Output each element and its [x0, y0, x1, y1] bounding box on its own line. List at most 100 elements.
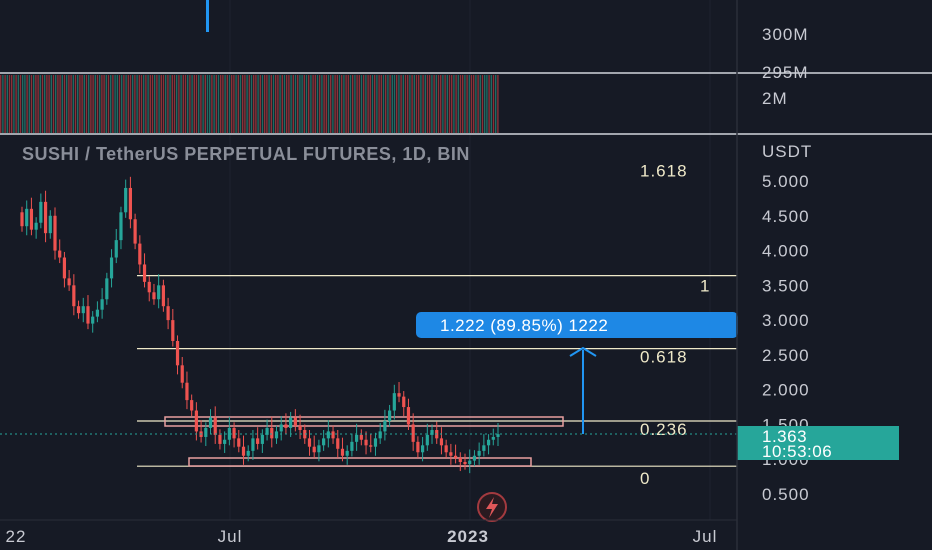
volume-bar [264, 75, 266, 133]
candle-body-48 [246, 450, 250, 456]
candle-body-34 [180, 365, 184, 383]
volume-bar [195, 75, 198, 133]
volume-bar [424, 75, 426, 133]
volume-bar [50, 75, 52, 133]
volume-bar [79, 75, 81, 133]
candle-body-86 [425, 434, 429, 446]
chart-title[interactable]: SUSHI / TetherUS PERPETUAL FUTURES, 1D, … [22, 144, 470, 164]
volume-bar [94, 75, 96, 133]
volume-bar [259, 75, 261, 133]
volume-bar [455, 75, 457, 133]
volume-bar [473, 75, 475, 133]
volume-bar [442, 75, 444, 133]
candle-body-89 [439, 438, 444, 446]
volume-bar [334, 75, 336, 133]
candle-body-57 [289, 417, 293, 428]
volume-bar [231, 75, 233, 133]
volume-bar [226, 75, 228, 133]
price-tick-5: 2.500 [762, 346, 810, 365]
volume-bar [347, 75, 349, 133]
candle-body-2 [29, 208, 34, 230]
volume-bar [61, 75, 63, 133]
volume-bar [470, 75, 473, 133]
volume-bar [413, 75, 415, 133]
volume-bar [321, 75, 323, 133]
candle-body-92 [453, 455, 458, 458]
volume-bar [451, 75, 453, 133]
candle-body-90 [444, 445, 448, 453]
volume-bar [490, 75, 492, 133]
volume-bar [204, 75, 206, 133]
candle-body-19 [109, 257, 114, 279]
volume-bar [169, 75, 171, 133]
volume-bar [354, 75, 356, 133]
volume-bar [448, 75, 451, 133]
volume-bar [371, 75, 374, 133]
volume-bar [431, 75, 433, 133]
candle-body-94 [463, 462, 467, 465]
candle-body-51 [260, 434, 264, 444]
candle-body-65 [326, 431, 330, 439]
volume-bar [77, 75, 79, 133]
volume-bar [338, 75, 341, 133]
volume-bar [446, 75, 448, 133]
candle-body-97 [477, 450, 481, 456]
volume-bar [55, 75, 57, 133]
candle-body-58 [293, 417, 297, 426]
volume-bar [435, 75, 437, 133]
candle-body-45 [232, 427, 236, 439]
candle-body-79 [392, 393, 396, 411]
volume-bar [220, 75, 222, 133]
volume-bar [63, 75, 66, 133]
price-tick-6: 2.000 [762, 381, 810, 400]
candle-body-28 [152, 292, 156, 300]
volume-bar [134, 75, 136, 133]
volume-bar [191, 75, 193, 133]
volume-bar [301, 75, 303, 133]
volume-bar [39, 75, 41, 133]
candle-body-93 [458, 457, 462, 463]
candle-body-21 [119, 212, 123, 241]
volume-bar [24, 75, 26, 133]
chart-canvas[interactable]: 300M 295M 2M SUSHI / TetherUS PERPETUAL … [0, 0, 932, 550]
volume-bar [402, 75, 404, 133]
volume-bar [237, 75, 239, 133]
volume-bar [486, 75, 488, 133]
volume-bar [360, 75, 363, 133]
candle-body-82 [406, 407, 411, 425]
volume-bar [74, 75, 77, 133]
volume-bar [374, 75, 376, 133]
volume-bar [477, 75, 479, 133]
candle-body-72 [359, 434, 363, 440]
fib-label-3: 0.236 [640, 420, 688, 439]
volume-bar [288, 75, 290, 133]
volume-bar [429, 75, 431, 133]
volume-bar [149, 75, 151, 133]
candle-body-1 [25, 208, 29, 227]
candle-body-95 [468, 460, 472, 465]
candle-body-77 [383, 420, 387, 432]
volume-bar [400, 75, 402, 133]
volume-bar [162, 75, 165, 133]
volume-bar [198, 75, 200, 133]
candle-body-96 [472, 455, 477, 461]
volume-bar [297, 75, 299, 133]
volume-bar [37, 75, 39, 133]
candle-body-63 [317, 445, 321, 453]
volume-bar [193, 75, 195, 133]
price-tick-2: 4.000 [762, 242, 810, 261]
volume-bar [6, 75, 8, 133]
volume-bar [125, 75, 127, 133]
volume-bar [22, 75, 24, 133]
volume-bar [433, 75, 435, 133]
candle-body-33 [175, 340, 180, 366]
volume-indicator-line [206, 0, 209, 32]
volume-bar [270, 75, 272, 133]
volume-bar [266, 75, 268, 133]
volume-bar [15, 75, 17, 133]
lightning-icon[interactable] [477, 492, 507, 522]
volume-bar [393, 75, 396, 133]
volume-bar [110, 75, 112, 133]
volume-bar [349, 75, 352, 133]
volume-bar [116, 75, 118, 133]
